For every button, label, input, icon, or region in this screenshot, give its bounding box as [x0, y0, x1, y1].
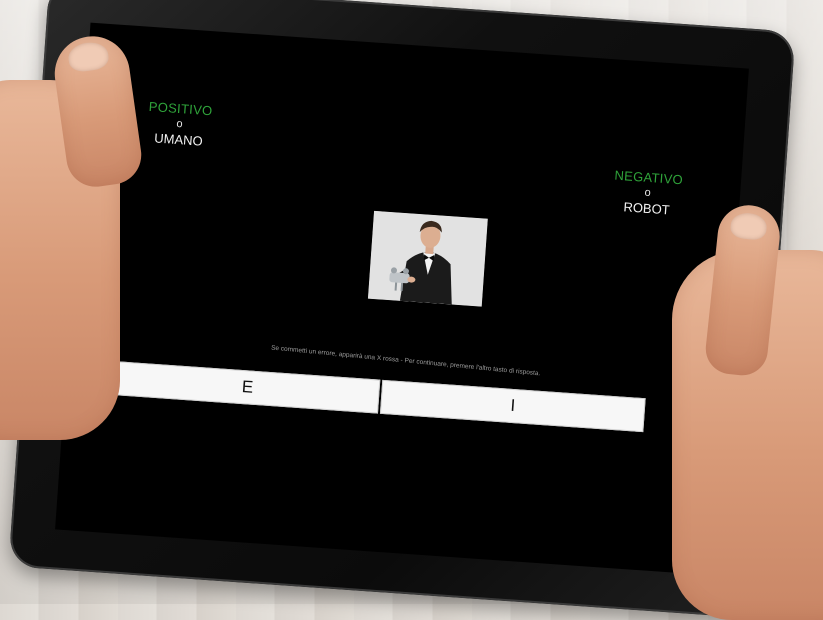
- left-category-label: POSITIVO o UMANO: [146, 99, 213, 149]
- i-key-button[interactable]: I: [379, 379, 646, 433]
- i-key-label: I: [509, 395, 516, 416]
- e-key-label: E: [241, 377, 254, 397]
- right-target-label: ROBOT: [623, 199, 671, 218]
- stimulus-image: [367, 210, 488, 307]
- left-thumbnail: [66, 40, 111, 74]
- e-key-button[interactable]: E: [114, 361, 381, 414]
- tablet-screen: POSITIVO o UMANO NEGATIVO o ROBOT Se com…: [55, 22, 749, 576]
- right-category-label: NEGATIVO o ROBOT: [612, 168, 684, 219]
- left-attribute-label: POSITIVO: [148, 98, 214, 119]
- right-thumbnail: [729, 211, 768, 242]
- waiter-with-robot-illustration: [367, 210, 488, 307]
- left-target-label: UMANO: [153, 130, 204, 149]
